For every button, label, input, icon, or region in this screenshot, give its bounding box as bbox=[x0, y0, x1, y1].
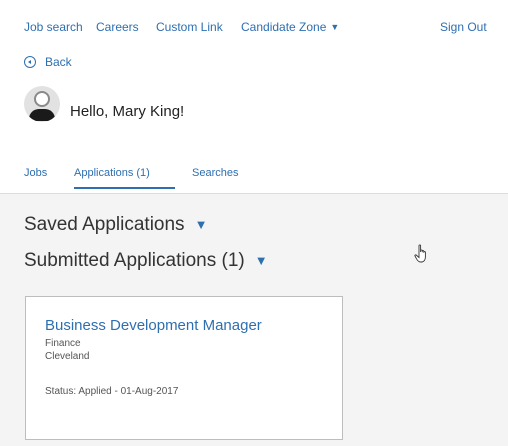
hand-cursor-icon bbox=[414, 244, 426, 263]
greeting-text: Hello, Mary King! bbox=[70, 103, 185, 120]
avatar bbox=[24, 86, 60, 122]
chevron-down-icon: ▼ bbox=[194, 217, 208, 232]
tab-searches[interactable]: Searches bbox=[192, 167, 238, 179]
saved-applications-toggle[interactable]: Saved Applications ▼ bbox=[24, 214, 207, 236]
nav-sign-out-link[interactable]: Sign Out bbox=[440, 20, 487, 34]
application-department: Finance bbox=[45, 338, 81, 349]
nav-job-search-link[interactable]: Job search bbox=[24, 20, 83, 34]
chevron-down-icon: ▼ bbox=[330, 22, 340, 32]
nav-candidate-zone-dropdown[interactable]: Candidate Zone ▼ bbox=[241, 20, 339, 34]
saved-applications-title: Saved Applications bbox=[24, 214, 185, 235]
avatar-head-icon bbox=[34, 91, 50, 107]
tab-jobs[interactable]: Jobs bbox=[24, 167, 47, 179]
application-card[interactable]: Business Development Manager Finance Cle… bbox=[25, 296, 343, 440]
nav-careers-link[interactable]: Careers bbox=[96, 20, 139, 34]
nav-custom-link[interactable]: Custom Link bbox=[156, 20, 223, 34]
back-link[interactable]: Back bbox=[24, 55, 72, 69]
active-tab-indicator bbox=[74, 187, 175, 189]
submitted-applications-toggle[interactable]: Submitted Applications (1) ▼ bbox=[24, 250, 268, 272]
application-location: Cleveland bbox=[45, 351, 90, 362]
submitted-applications-title: Submitted Applications (1) bbox=[24, 250, 245, 271]
back-label: Back bbox=[45, 55, 72, 69]
top-navigation: Job search Careers Custom Link Candidate… bbox=[0, 0, 508, 44]
back-arrow-icon bbox=[24, 56, 36, 68]
nav-candidate-zone-label: Candidate Zone bbox=[241, 20, 327, 34]
tab-applications[interactable]: Applications (1) bbox=[74, 167, 150, 179]
avatar-body-icon bbox=[29, 109, 55, 121]
chevron-down-icon: ▼ bbox=[254, 253, 268, 268]
application-status: Status: Applied - 01-Aug-2017 bbox=[45, 386, 179, 397]
application-job-title-link[interactable]: Business Development Manager bbox=[45, 317, 262, 334]
tab-bar: Jobs Applications (1) Searches bbox=[0, 161, 508, 193]
